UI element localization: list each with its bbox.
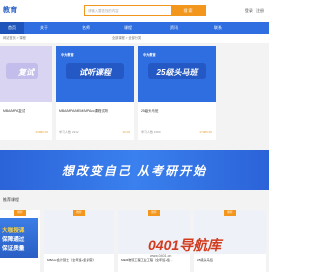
course-thumbnail [44, 210, 114, 254]
course-card[interactable]: 复试 MBA/MPA复试 ¥3980.00 [0, 46, 52, 140]
section-title: 推荐课程 [3, 197, 19, 202]
header: 教育 搜 索 登录 注册 [0, 0, 269, 22]
register-link[interactable]: 注册 [256, 8, 264, 13]
search-input[interactable] [85, 6, 173, 15]
course-title[interactable]: 25级头马班 [197, 257, 213, 262]
promo-slogan: 想改变自己 从考研开始 [61, 164, 208, 178]
site-logo[interactable]: 教育 [3, 5, 18, 15]
course-price: ¥0.00 [122, 130, 130, 134]
search-button[interactable]: 搜 索 [171, 5, 205, 16]
breadcrumb-left[interactable]: 网站首页 > 课程 [3, 34, 26, 43]
course-banner: 中大教育 25级头马班 [138, 46, 216, 102]
login-link[interactable]: 登录 [245, 8, 253, 13]
nav-about[interactable]: 关于 [40, 22, 48, 34]
course-card[interactable]: 中大教育 试听课程 MBA/MPA/MEM/MPAcc课程试听 学习人数 234… [56, 46, 134, 140]
course-card[interactable]: 中大教育 25级头马班 25级头马班 学习人数 1580 ¥7980.00 [138, 46, 216, 140]
banner-slogan: 复试 [18, 68, 34, 77]
recommend-tag: 推荐 [148, 210, 160, 216]
course-meta: 学习人数 2342 [59, 130, 79, 134]
user-links: 登录 注册 [243, 8, 264, 14]
course-title[interactable]: MBAcc会计硕士（全年班+集训营） [47, 257, 96, 262]
course-banner: 复试 [0, 46, 52, 102]
nav-contact[interactable]: 联系 [214, 22, 222, 34]
main-nav: 首页 关于 名师 课程 资讯 联系 [0, 22, 269, 34]
course-title[interactable]: MBA/MPA/MEM/MPAcc课程试听 [59, 108, 108, 113]
nav-news[interactable]: 资讯 [170, 22, 178, 34]
recommend-tag: 推荐 [224, 210, 236, 216]
course-meta: 学习人数 1580 [141, 130, 161, 134]
breadcrumb-right[interactable]: 全部课程 > 全部分类 [112, 34, 141, 43]
watermark-url: www.0401.cn [150, 254, 172, 258]
course-title[interactable]: 25级头马班 [141, 108, 158, 113]
course-title[interactable]: MBA/MPA复试 [3, 108, 25, 113]
banner-slogan: 25级头马班 [156, 68, 198, 77]
nav-home[interactable]: 首页 [0, 22, 24, 34]
watermark-logo: 0401导航库 [148, 237, 222, 253]
banner-slogan: 试听课程 [79, 68, 111, 77]
recommend-tag: 推荐 [73, 210, 85, 216]
ad-image[interactable]: 大咖授课 保障通过 保证质量 [0, 218, 38, 258]
recommend-card[interactable]: 推荐 MBAcc会计硕士（全年班+集训营） [44, 210, 114, 272]
recommend-tag: 推荐 [14, 210, 26, 216]
nav-teachers[interactable]: 名师 [82, 22, 90, 34]
search-box: 搜 索 [84, 5, 206, 16]
course-price: ¥7980.00 [199, 130, 212, 134]
course-price: ¥3980.00 [35, 130, 48, 134]
banner-brand: 中大教育 [143, 53, 156, 57]
course-banner: 中大教育 试听课程 [56, 46, 134, 102]
banner-brand: 中大教育 [61, 53, 74, 57]
ad-line-1: 大咖授课 [2, 228, 25, 234]
ad-line-2: 保障通过 [2, 237, 25, 243]
nav-courses[interactable]: 课程 [124, 22, 132, 34]
ad-line-3: 保证质量 [2, 246, 25, 252]
promo-banner[interactable]: 想改变自己 从考研开始 [0, 150, 269, 190]
page: 教育 搜 索 登录 注册 首页 关于 名师 课程 资讯 联系 网站首页 > 课程… [0, 0, 269, 272]
breadcrumb: 网站首页 > 课程 全部课程 > 全部分类 [0, 34, 269, 43]
